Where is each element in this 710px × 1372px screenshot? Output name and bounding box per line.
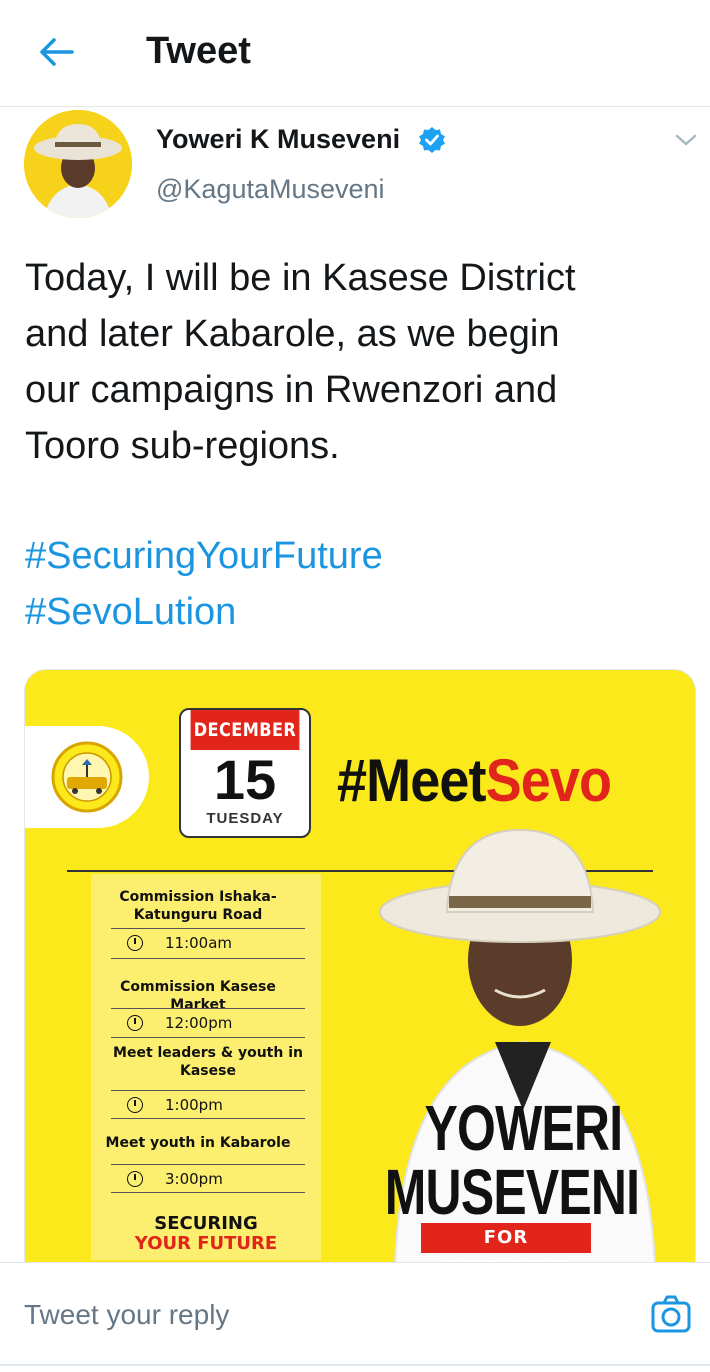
date-calendar: DECEMBER 15 TUESDAY — [179, 708, 311, 838]
bottom-divider — [0, 1364, 710, 1366]
schedule-time-text: 1:00pm — [165, 1096, 223, 1114]
clock-icon — [127, 1171, 143, 1187]
avatar[interactable] — [24, 110, 132, 218]
headline-black: #Meet — [337, 747, 486, 814]
schedule-panel: Commission Ishaka-Katunguru Road 11:00am… — [91, 874, 321, 1260]
schedule-event: Meet leaders & youth in Kasese — [113, 1045, 303, 1079]
tweet-text-line: and later Kabarole, as we begin — [25, 313, 560, 355]
hashtag-link[interactable]: #SecuringYourFuture — [25, 528, 383, 584]
slogan-line-2: YOUR FUTURE — [134, 1233, 278, 1254]
clock-icon — [127, 935, 143, 951]
page-title: Tweet — [146, 30, 251, 72]
tweet-text-line: Tooro sub-regions. — [25, 425, 340, 467]
clock-icon — [127, 1097, 143, 1113]
back-button[interactable] — [34, 32, 78, 72]
schedule-divider — [111, 928, 305, 929]
clock-icon — [127, 1015, 143, 1031]
schedule-time: 12:00pm — [111, 1010, 305, 1036]
schedule-time: 3:00pm — [111, 1166, 305, 1192]
candidate-tag: FOR PRESIDENT — [421, 1223, 591, 1263]
chevron-down-icon[interactable] — [674, 130, 698, 150]
schedule-divider — [111, 1192, 305, 1193]
schedule-event: Meet youth in Kabarole — [105, 1135, 291, 1151]
reply-input[interactable]: Tweet your reply — [24, 1299, 229, 1331]
poster-headline: #MeetSevo — [337, 746, 612, 816]
schedule-time: 1:00pm — [111, 1092, 305, 1118]
candidate-first-name: YOWERI — [424, 1092, 624, 1164]
hashtag-link[interactable]: #SevoLution — [25, 584, 383, 640]
schedule-time-text: 3:00pm — [165, 1170, 223, 1188]
hashtag-list: #SecuringYourFuture #SevoLution — [25, 528, 383, 640]
tweet-media-image[interactable]: DECEMBER 15 TUESDAY #MeetSevo Commission… — [24, 669, 696, 1263]
schedule-time-text: 12:00pm — [165, 1014, 233, 1032]
schedule-divider — [111, 958, 305, 959]
schedule-time: 11:00am — [111, 930, 305, 956]
calendar-day: 15 — [213, 748, 277, 811]
candidate-last-name: MUSEVENI — [384, 1156, 640, 1228]
schedule-event: Commission Ishaka-Katunguru Road — [119, 889, 277, 923]
schedule-divider — [111, 1164, 305, 1165]
author-handle[interactable]: @KagutaMuseveni — [156, 174, 385, 205]
headline-red: Sevo — [485, 747, 612, 814]
slogan-line-1: SECURING — [154, 1213, 258, 1234]
schedule-divider — [111, 1090, 305, 1091]
top-bar: Tweet — [0, 0, 710, 107]
schedule-divider — [111, 1008, 305, 1009]
calendar-month: DECEMBER — [190, 710, 300, 750]
tweet-text-line: our campaigns in Rwenzori and — [25, 369, 558, 411]
camera-icon[interactable] — [650, 1293, 692, 1335]
calendar-weekday: TUESDAY — [206, 810, 284, 827]
tweet-text: Today, I will be in Kasese District and … — [25, 250, 695, 474]
schedule-divider — [111, 1037, 305, 1038]
tweet-text-line: Today, I will be in Kasese District — [25, 257, 576, 299]
party-logo — [25, 726, 149, 828]
arrow-left-icon — [40, 38, 74, 66]
author-name[interactable]: Yoweri K Museveni — [156, 124, 400, 155]
reply-bar: Tweet your reply — [0, 1262, 710, 1372]
schedule-time-text: 11:00am — [165, 934, 233, 952]
verified-badge-icon — [419, 127, 445, 153]
schedule-divider — [111, 1118, 305, 1119]
avatar-image — [24, 110, 132, 218]
nrm-emblem-icon — [51, 741, 123, 813]
